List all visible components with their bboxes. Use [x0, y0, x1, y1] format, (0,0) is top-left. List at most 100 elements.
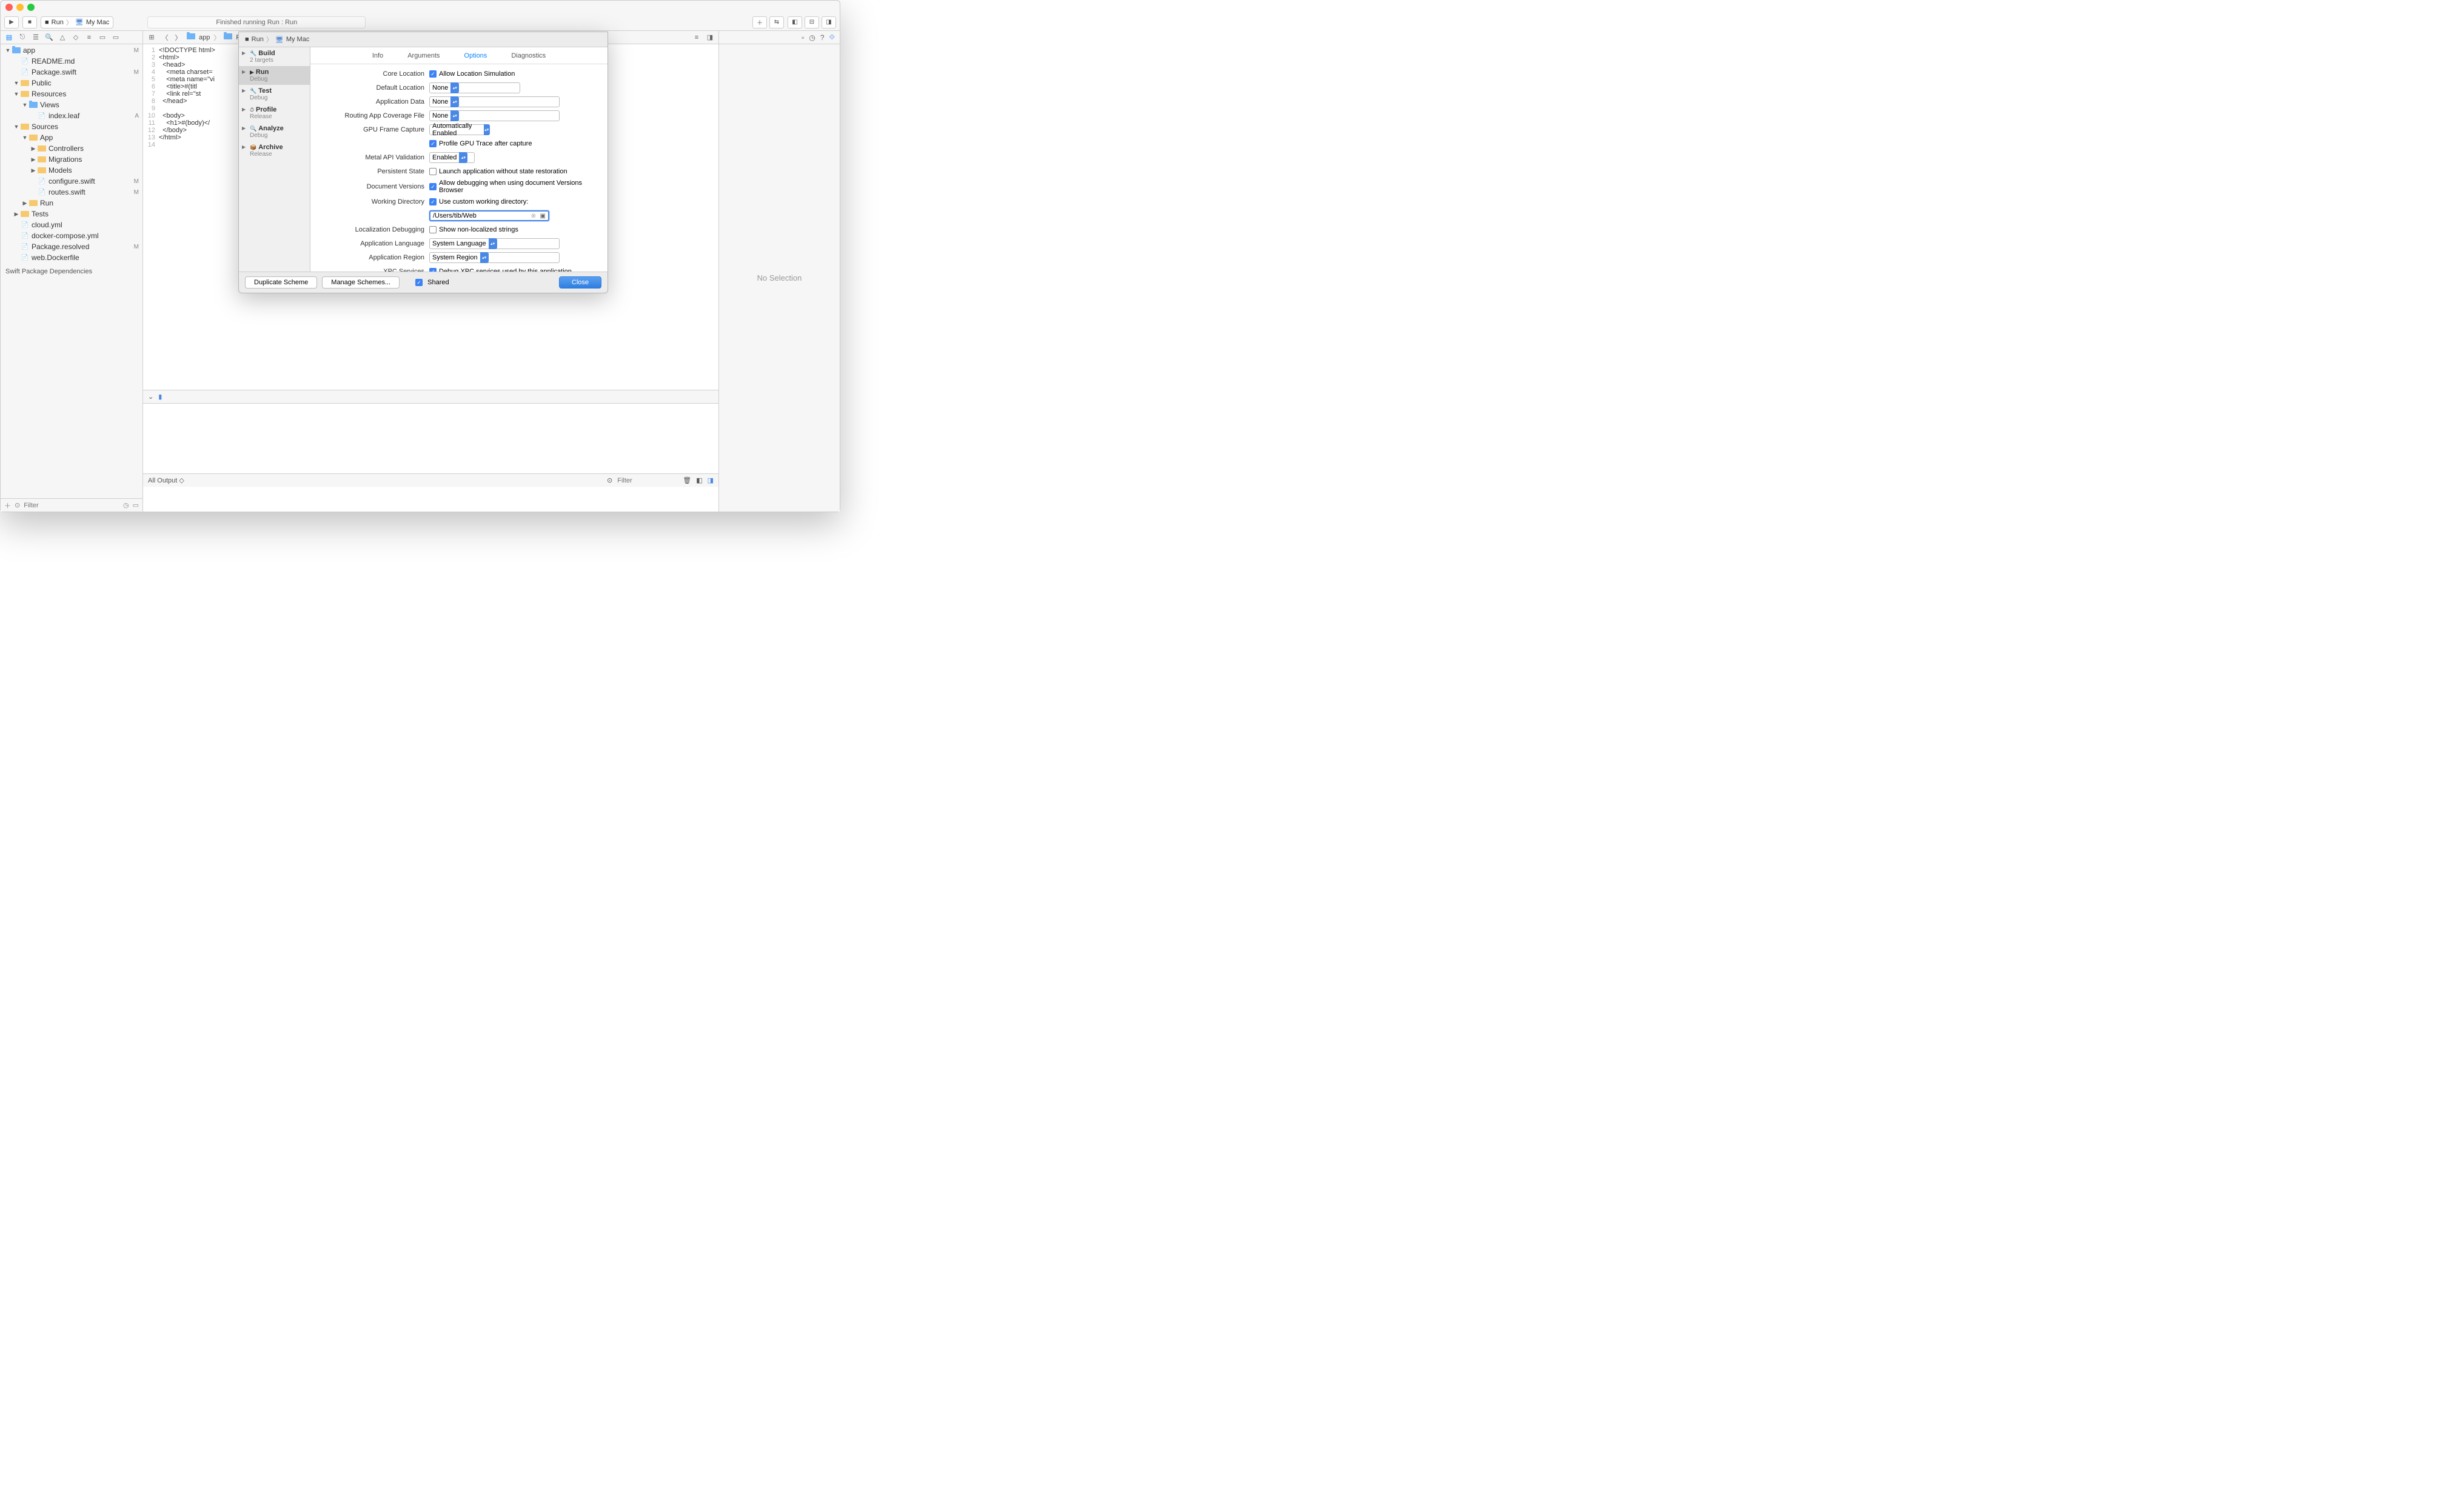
tab-arguments[interactable]: Arguments [407, 52, 440, 59]
scheme-action-list[interactable]: ▶🔧Build2 targets▶▶RunDebug▶🔧TestDebug▶⏱P… [239, 47, 310, 272]
test-navigator-tab[interactable]: ◇ [71, 33, 81, 42]
scheme-action-archive[interactable]: ▶📦ArchiveRelease [239, 141, 310, 160]
console-filter-input[interactable] [617, 477, 678, 484]
zoom-window-button[interactable] [27, 4, 35, 11]
tab-info[interactable]: Info [372, 52, 383, 59]
scm-filter-icon[interactable]: ▭ [133, 501, 139, 509]
jumpbar-folder[interactable]: app [199, 34, 210, 41]
scheme-action-build[interactable]: ▶🔧Build2 targets [239, 47, 310, 66]
close-button[interactable]: Close [559, 276, 601, 289]
scheme-crumb-name[interactable]: Run [252, 36, 264, 43]
forward-button[interactable]: 〉 [173, 33, 183, 42]
workdir-input[interactable]: /Users/tib/Web ⊗ ▣ [429, 210, 549, 221]
tree-row[interactable]: ▼Resources [1, 88, 142, 99]
stop-button[interactable]: ■ [22, 16, 37, 28]
console-output[interactable] [143, 404, 718, 473]
adjust-editor-icon[interactable]: ◨ [705, 33, 715, 42]
disclosure-triangle[interactable]: ▶ [30, 156, 37, 163]
tree-row[interactable]: 📄web.Dockerfile [1, 252, 142, 263]
tree-row[interactable]: 📄index.leafA [1, 110, 142, 121]
editor-layout-icon[interactable]: ≡ [692, 33, 701, 42]
tab-diagnostics[interactable]: Diagnostics [511, 52, 546, 59]
tree-row[interactable]: 📄docker-compose.yml [1, 230, 142, 241]
tree-row[interactable]: ▼Views [1, 99, 142, 110]
history-inspector-tab[interactable]: ◷ [809, 33, 815, 42]
clock-icon[interactable]: ◷ [123, 501, 129, 509]
disclosure-triangle[interactable]: ▶ [30, 167, 37, 174]
disclosure-triangle[interactable]: ▼ [21, 102, 28, 108]
disclosure-triangle[interactable]: ▼ [4, 47, 12, 53]
project-navigator-tab[interactable]: ▤ [4, 33, 14, 42]
tree-row[interactable]: 📄Package.swiftM [1, 67, 142, 78]
default-location-popup[interactable]: None▴▾ [429, 82, 520, 93]
disclosure-triangle[interactable]: ▼ [21, 135, 28, 141]
run-button[interactable]: ▶ [4, 16, 19, 28]
tab-options[interactable]: Options [464, 52, 487, 59]
tree-row[interactable]: 📄cloud.yml [1, 219, 142, 230]
clear-icon[interactable]: ⊗ [531, 213, 536, 219]
tree-row[interactable]: 📄README.md [1, 56, 142, 67]
output-selector[interactable]: All Output ◇ [148, 476, 184, 484]
scheme-crumb-target[interactable]: My Mac [286, 36, 310, 43]
disclosure-triangle[interactable]: ▶ [13, 211, 20, 218]
disclosure-triangle[interactable]: ▶ [30, 145, 37, 152]
library-add-button[interactable]: ＋ [752, 16, 767, 28]
app-lang-popup[interactable]: System Language▴▾ [429, 238, 560, 249]
tree-row[interactable]: 📄routes.swiftM [1, 187, 142, 198]
loc-debug-checkbox[interactable] [429, 226, 437, 233]
scheme-action-run[interactable]: ▶▶RunDebug [239, 66, 310, 85]
report-navigator-tab[interactable]: ▭ [111, 33, 121, 42]
toggle-navigator-button[interactable]: ◧ [788, 16, 802, 28]
shared-checkbox[interactable]: ✓ [415, 279, 423, 286]
trash-icon[interactable]: 🗑 [683, 476, 691, 484]
profile-gpu-checkbox[interactable]: ✓ [429, 140, 437, 147]
help-inspector-tab[interactable]: ? [820, 33, 825, 42]
app-region-popup[interactable]: System Region▴▾ [429, 252, 560, 263]
attributes-inspector-tab[interactable]: ⟐ [829, 33, 835, 42]
tree-row[interactable]: ▶Models [1, 165, 142, 176]
breakpoint-toggle-icon[interactable]: ▮ [158, 393, 162, 401]
tree-row[interactable]: ▶Controllers [1, 143, 142, 154]
variables-pane-icon[interactable]: ◧ [696, 476, 702, 484]
scheme-action-analyze[interactable]: ▶🔍AnalyzeDebug [239, 122, 310, 141]
manage-schemes-button[interactable]: Manage Schemes... [322, 276, 400, 289]
tree-row[interactable]: 📄configure.swiftM [1, 176, 142, 187]
disclosure-triangle[interactable]: ▼ [13, 124, 20, 130]
duplicate-scheme-button[interactable]: Duplicate Scheme [245, 276, 317, 289]
console-pane-icon[interactable]: ◨ [708, 476, 714, 484]
tree-row[interactable]: ▼appM [1, 45, 142, 56]
tree-row[interactable]: ▼App [1, 132, 142, 143]
allow-location-checkbox[interactable]: ✓ [429, 70, 437, 78]
scheme-action-profile[interactable]: ▶⏱ProfileRelease [239, 104, 310, 122]
swift-package-deps[interactable]: Swift Package Dependencies [1, 265, 142, 278]
symbol-navigator-tab[interactable]: ☰ [31, 33, 41, 42]
routing-popup[interactable]: None▴▾ [429, 110, 560, 121]
close-window-button[interactable] [5, 4, 13, 11]
find-navigator-tab[interactable]: 🔍 [44, 33, 54, 42]
tree-row[interactable]: ▼Public [1, 78, 142, 88]
toggle-inspector-button[interactable]: ◨ [822, 16, 836, 28]
debug-collapse-icon[interactable]: ⌄ [148, 393, 153, 401]
file-inspector-tab[interactable]: ▫ [802, 33, 804, 42]
debug-navigator-tab[interactable]: ≡ [84, 33, 94, 42]
scheme-action-test[interactable]: ▶🔧TestDebug [239, 85, 310, 104]
disclosure-triangle[interactable]: ▼ [13, 80, 20, 86]
app-data-popup[interactable]: None▴▾ [429, 96, 560, 107]
metal-popup[interactable]: Enabled▴▾ [429, 152, 475, 163]
xpc-checkbox[interactable]: ✓ [429, 268, 437, 272]
toggle-debug-button[interactable]: ⊟ [805, 16, 819, 28]
gpu-capture-popup[interactable]: Automatically Enabled▴▾ [429, 124, 490, 135]
issue-navigator-tab[interactable]: △ [58, 33, 67, 42]
file-tree[interactable]: ▼appM📄README.md📄Package.swiftM▼Public▼Re… [1, 44, 142, 265]
disclosure-triangle[interactable]: ▼ [13, 91, 20, 97]
add-icon[interactable]: ＋ [4, 501, 11, 510]
source-control-navigator-tab[interactable]: ⎋ [18, 33, 27, 42]
tree-row[interactable]: ▶Tests [1, 209, 142, 219]
related-items-icon[interactable]: ⊞ [147, 33, 156, 42]
scheme-selector[interactable]: ■ Run 〉 🖥 My Mac [41, 16, 113, 28]
tree-row[interactable]: ▶Run [1, 198, 142, 209]
navigator-filter-input[interactable] [24, 502, 119, 509]
code-review-button[interactable]: ⇆ [769, 16, 784, 28]
tree-row[interactable]: 📄Package.resolvedM [1, 241, 142, 252]
persistent-checkbox[interactable] [429, 168, 437, 175]
